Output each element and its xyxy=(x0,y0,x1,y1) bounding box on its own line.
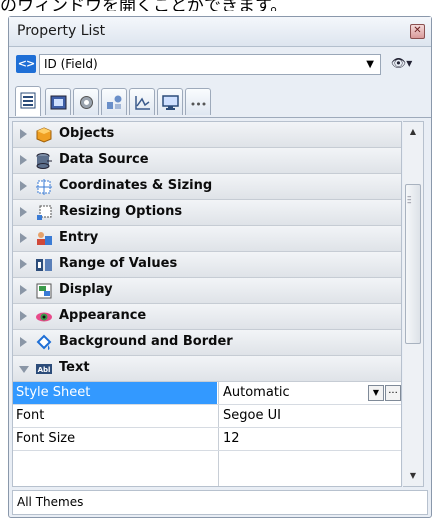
property-row-font[interactable]: Font Segoe UI xyxy=(13,405,401,428)
section-label: Resizing Options xyxy=(59,204,183,219)
eye-icon xyxy=(36,312,52,322)
property-value-cell[interactable]: 12 xyxy=(218,428,401,450)
text-icon: Abl xyxy=(36,364,52,374)
tab-actions[interactable] xyxy=(73,88,99,115)
section-objects[interactable]: Objects xyxy=(13,122,401,148)
chart-icon xyxy=(135,96,150,110)
svg-text:Abl: Abl xyxy=(38,366,51,374)
section-label: Data Source xyxy=(59,152,149,167)
property-row-font-size[interactable]: Font Size 12 xyxy=(13,428,401,451)
cube-icon xyxy=(36,127,52,143)
object-selector-value: ID (Field) xyxy=(44,57,98,71)
paint-bucket-icon xyxy=(36,334,52,350)
coordinates-icon xyxy=(36,179,52,195)
property-row-style-sheet[interactable]: Style Sheet Automatic ▼ ... xyxy=(13,382,401,405)
scrollbar-grip-icon: – – – xyxy=(407,192,412,208)
tab-shapes[interactable] xyxy=(101,88,127,115)
property-value: Segoe UI xyxy=(223,408,281,423)
tab-list[interactable] xyxy=(15,86,41,116)
expand-arrow-icon[interactable] xyxy=(20,311,27,321)
section-entry[interactable]: Entry xyxy=(13,226,401,252)
shapes-icon xyxy=(107,95,122,109)
object-selector-dropdown[interactable]: ID (Field) ▼ xyxy=(39,54,381,75)
section-appearance[interactable]: Appearance xyxy=(13,304,401,330)
expand-arrow-icon[interactable] xyxy=(20,285,27,295)
scroll-up-icon[interactable]: ▲ xyxy=(403,122,423,142)
more-icon xyxy=(191,102,206,106)
page-caption: のウィンドウを開くことができます。 xyxy=(0,0,288,11)
section-display[interactable]: Display xyxy=(13,278,401,304)
expand-arrow-icon[interactable] xyxy=(20,181,27,191)
property-value-cell[interactable]: Segoe UI xyxy=(218,405,401,427)
section-label: Appearance xyxy=(59,308,147,323)
property-row-partial xyxy=(13,451,401,486)
monitor-icon xyxy=(162,95,179,110)
collapse-arrow-icon[interactable] xyxy=(19,366,29,373)
eye-options-icon[interactable]: 👁▾ xyxy=(391,56,421,73)
footer-label: All Themes xyxy=(17,495,84,509)
expand-arrow-icon[interactable] xyxy=(20,233,27,243)
range-icon xyxy=(36,259,52,271)
tab-divider xyxy=(9,117,431,118)
property-list: Objects Data Source Coordinates & Sizing… xyxy=(12,121,402,487)
section-label: Text xyxy=(59,360,90,375)
navigate-icon[interactable]: <> xyxy=(16,55,36,73)
style-sheet-select[interactable]: Automatic ▼ ... xyxy=(218,382,401,404)
section-range-of-values[interactable]: Range of Values xyxy=(13,252,401,278)
chevron-down-icon: ▼ xyxy=(366,59,374,70)
section-resizing-options[interactable]: Resizing Options xyxy=(13,200,401,226)
object-icon xyxy=(50,95,67,110)
section-coordinates-sizing[interactable]: Coordinates & Sizing xyxy=(13,174,401,200)
scrollbar-thumb[interactable] xyxy=(405,184,421,344)
expand-arrow-icon[interactable] xyxy=(20,129,27,139)
list-icon xyxy=(20,92,36,109)
section-label: Objects xyxy=(59,126,115,141)
property-value: Automatic xyxy=(223,385,290,400)
resize-icon xyxy=(37,205,52,220)
object-selector-row: <> ID (Field) ▼ 👁▾ xyxy=(9,48,431,82)
section-label: Range of Values xyxy=(59,256,178,271)
section-label: Coordinates & Sizing xyxy=(59,178,213,193)
theme-filter-bar[interactable]: All Themes xyxy=(12,490,428,515)
tab-more[interactable] xyxy=(185,88,211,115)
property-value-cell xyxy=(218,451,401,486)
section-label: Display xyxy=(59,282,113,297)
tab-chart[interactable] xyxy=(129,88,155,115)
section-text[interactable]: Abl Text xyxy=(13,356,401,382)
tab-object[interactable] xyxy=(45,88,71,115)
expand-arrow-icon[interactable] xyxy=(20,259,27,269)
property-tabs xyxy=(9,84,431,118)
section-label: Background and Border xyxy=(59,334,233,349)
scroll-down-icon[interactable]: ▼ xyxy=(403,466,423,486)
section-data-source[interactable]: Data Source xyxy=(13,148,401,174)
panel-title: Property List xyxy=(17,23,106,39)
expand-arrow-icon[interactable] xyxy=(20,207,27,217)
property-name: Style Sheet xyxy=(13,382,217,404)
section-background-border[interactable]: Background and Border xyxy=(13,330,401,356)
database-icon xyxy=(36,153,52,169)
property-name: Font Size xyxy=(16,431,76,446)
expand-arrow-icon[interactable] xyxy=(20,155,27,165)
gear-icon xyxy=(80,96,93,109)
dropdown-arrow-icon[interactable]: ▼ xyxy=(368,385,384,401)
tab-display[interactable] xyxy=(157,88,183,115)
ellipsis-button[interactable]: ... xyxy=(385,385,401,401)
property-name: Font xyxy=(16,408,45,423)
property-value: 12 xyxy=(223,431,240,446)
expand-arrow-icon[interactable] xyxy=(20,337,27,347)
close-icon[interactable]: ✕ xyxy=(410,24,425,39)
entry-icon xyxy=(37,232,52,245)
panel-titlebar: Property List ✕ xyxy=(9,17,431,47)
vertical-scrollbar[interactable]: ▲ – – – ▼ xyxy=(403,121,424,487)
property-list-panel: Property List ✕ <> ID (Field) ▼ 👁▾ Objec… xyxy=(8,16,432,518)
display-icon xyxy=(36,283,52,299)
section-label: Entry xyxy=(59,230,99,245)
